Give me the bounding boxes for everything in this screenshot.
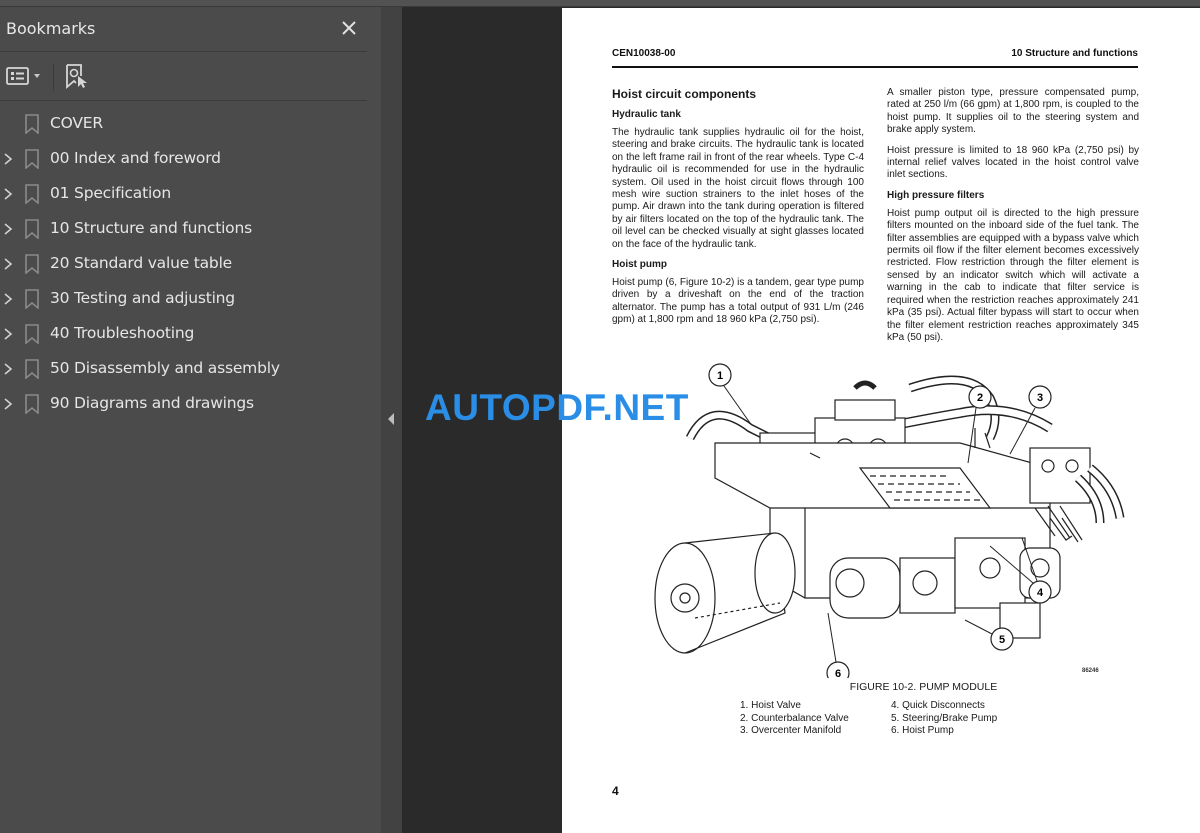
bookmark-label: COVER	[50, 114, 103, 132]
callout-4-label: 4	[1037, 587, 1044, 599]
chevron-right-icon[interactable]	[3, 292, 13, 306]
bookmarks-toolbar	[0, 53, 367, 101]
chevron-right-icon[interactable]	[3, 152, 13, 166]
figure-caption: FIGURE 10-2. PUMP MODULE	[849, 681, 998, 693]
section-title: Hoist circuit components	[612, 87, 757, 101]
bookmark-label: 10 Structure and functions	[50, 219, 252, 237]
pump-module-figure: 1 2 3 4 5 6	[654, 363, 1125, 678]
bookmark-testing-adjusting[interactable]: 30 Testing and adjusting	[0, 282, 381, 317]
bookmark-icon	[25, 394, 39, 414]
bookmark-troubleshooting[interactable]: 40 Troubleshooting	[0, 317, 381, 352]
legend-item: 5. Steering/Brake Pump	[891, 712, 998, 724]
bookmark-cover[interactable]: COVER	[0, 107, 381, 142]
panel-collapse-strip[interactable]	[381, 7, 402, 833]
left-column: Hoist circuit components Hydraulic tank …	[612, 87, 864, 335]
callout-3-label: 3	[1037, 392, 1043, 404]
chevron-right-icon[interactable]	[3, 327, 13, 341]
bookmark-index-foreword[interactable]: 00 Index and foreword	[0, 142, 381, 177]
toolbar-divider	[53, 64, 54, 91]
bookmark-specification[interactable]: 01 Specification	[0, 177, 381, 212]
callout-1-label: 1	[717, 370, 723, 382]
bookmark-icon	[25, 359, 39, 379]
collapse-left-icon[interactable]	[386, 411, 396, 427]
watermark-text: AUTOPDF.NET	[425, 387, 689, 428]
paragraph-hoist-pressure: Hoist pressure is limited to 18 960 kPa …	[887, 144, 1139, 181]
subheading-high-pressure-filters: High pressure filters	[887, 189, 985, 201]
bookmark-standard-value-table[interactable]: 20 Standard value table	[0, 247, 381, 282]
list-options-button[interactable]	[6, 65, 46, 87]
find-bookmark-icon	[66, 64, 87, 89]
bookmark-icon	[25, 324, 39, 344]
chapter-title: 10 Structure and functions	[1011, 48, 1138, 59]
callout-6: 6	[826, 612, 850, 678]
bookmark-label: 30 Testing and adjusting	[50, 289, 235, 307]
bookmark-icon	[25, 149, 39, 169]
bookmark-icon	[25, 254, 39, 274]
legend-item: 6. Hoist Pump	[891, 725, 954, 736]
bookmark-label: 40 Troubleshooting	[50, 324, 195, 342]
bookmark-structure-functions[interactable]: 10 Structure and functions	[0, 212, 381, 247]
bookmark-label: 01 Specification	[50, 184, 171, 202]
close-icon[interactable]	[338, 17, 360, 39]
chevron-right-icon[interactable]	[3, 187, 13, 201]
bookmark-diagrams-drawings[interactable]: 90 Diagrams and drawings	[0, 387, 381, 422]
figure-legend-col1: 1. Hoist Valve 2. Counterbalance Valve 3…	[740, 700, 849, 738]
callout-5-label: 5	[999, 634, 1005, 646]
chevron-right-icon[interactable]	[3, 222, 13, 236]
paragraph-hoist-pump: Hoist pump (6, Figure 10-2) is a tandem,…	[612, 277, 864, 326]
bookmark-icon	[25, 219, 39, 239]
bookmark-label: 90 Diagrams and drawings	[50, 394, 254, 412]
callout-2-label: 2	[977, 392, 983, 404]
paragraph-piston-pump: A smaller piston type, pressure compensa…	[887, 87, 1139, 136]
pump-module-drawing	[654, 375, 1125, 654]
callout-6-label: 6	[835, 668, 841, 678]
bookmark-label: 50 Disassembly and assembly	[50, 359, 280, 377]
bookmark-icon	[25, 184, 39, 204]
bookmark-icon	[25, 114, 39, 134]
subheading-hoist-pump: Hoist pump	[612, 259, 667, 271]
legend-item: 4. Quick Disconnects	[891, 700, 985, 711]
legend-item: 3. Overcenter Manifold	[740, 725, 842, 736]
figure-code: 86246	[1082, 668, 1099, 674]
bookmarks-header: Bookmarks	[0, 7, 367, 52]
find-bookmark-button[interactable]	[64, 63, 90, 89]
bookmark-icon	[25, 289, 39, 309]
chevron-right-icon[interactable]	[3, 397, 13, 411]
paragraph-hydraulic-tank: The hydraulic tank supplies hydraulic oi…	[612, 127, 864, 250]
document-code: CEN10038-00	[612, 48, 676, 59]
paragraph-filters: Hoist pump output oil is directed to the…	[887, 207, 1139, 343]
app-top-strip	[0, 0, 1200, 7]
running-header: CEN10038-00 10 Structure and functions	[612, 48, 1138, 68]
bookmark-label: 20 Standard value table	[50, 254, 233, 272]
bookmark-disassembly-assembly[interactable]: 50 Disassembly and assembly	[0, 352, 381, 387]
list-options-icon	[6, 67, 40, 85]
legend-item: 1. Hoist Valve	[740, 700, 801, 711]
right-column: A smaller piston type, pressure compensa…	[887, 87, 1139, 352]
bookmark-list: COVER 00 Index and foreword 01 Specifica…	[0, 107, 381, 422]
chevron-right-icon[interactable]	[3, 362, 13, 376]
legend-item: 2. Counterbalance Valve	[740, 712, 849, 724]
figure-legend-col2: 4. Quick Disconnects 5. Steering/Brake P…	[891, 700, 997, 738]
bookmarks-title: Bookmarks	[6, 19, 96, 38]
bookmarks-panel: Bookmarks COVER 00 Index and foreword 01…	[0, 7, 381, 833]
subheading-hydraulic-tank: Hydraulic tank	[612, 109, 681, 120]
chevron-right-icon[interactable]	[3, 257, 13, 271]
page-number: 4	[612, 784, 619, 798]
bookmark-label: 00 Index and foreword	[50, 149, 221, 167]
